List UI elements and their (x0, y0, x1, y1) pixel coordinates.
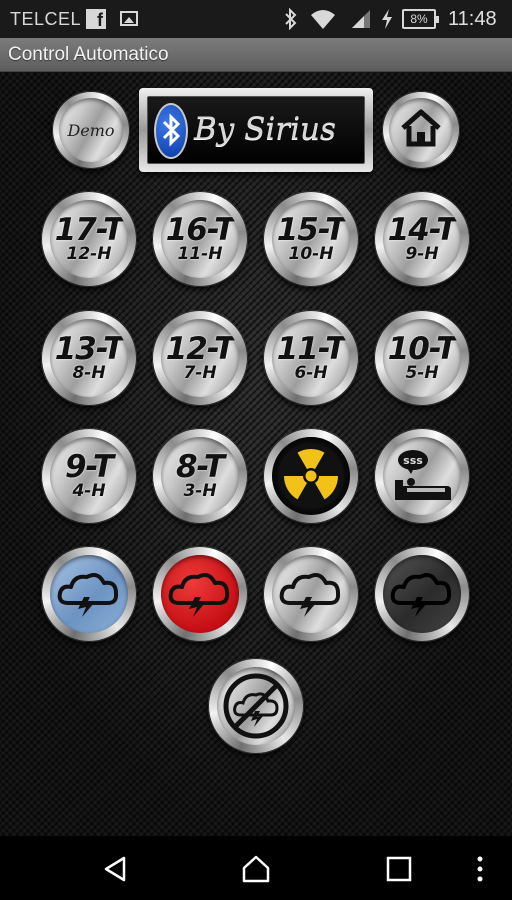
preset-main-label: 9-T (64, 449, 114, 485)
preset-sub-label: 10-H (288, 244, 334, 264)
bluetooth-icon (284, 7, 298, 34)
radiation-button[interactable] (263, 428, 359, 524)
preset-button-17t[interactable]: 17-T 12-H (41, 191, 137, 287)
storm-off-icon (221, 671, 291, 741)
preset-main-label: 14-T (387, 212, 458, 248)
preset-button-15t[interactable]: 15-T 10-H (263, 191, 359, 287)
back-icon[interactable] (100, 854, 130, 884)
app-screen: TELCEL f 8% 11:48 Control Automatico Dem… (0, 0, 512, 900)
demo-label: Demo (67, 120, 115, 140)
banner-label: By Sirius (194, 111, 336, 147)
storm-button-dark[interactable] (374, 546, 470, 642)
status-bar: TELCEL f 8% 11:48 (0, 0, 512, 38)
preset-sub-label: 9-H (405, 244, 439, 264)
preset-button-11t[interactable]: 11-T 6-H (263, 310, 359, 406)
carrier-name: TELCEL (10, 9, 82, 29)
facebook-icon: f (86, 9, 106, 30)
home-button[interactable] (382, 91, 460, 169)
preset-button-14t[interactable]: 14-T 9-H (374, 191, 470, 287)
preset-sub-label: 6-H (294, 363, 328, 383)
overflow-menu-icon[interactable] (470, 854, 500, 884)
preset-main-label: 16-T (165, 212, 236, 248)
radiation-icon (276, 441, 346, 511)
clock: 11:48 (448, 8, 497, 30)
recents-icon[interactable] (384, 854, 414, 884)
home-icon (399, 108, 443, 153)
demo-button[interactable]: Demo (52, 91, 130, 169)
preset-button-10t[interactable]: 10-T 5-H (374, 310, 470, 406)
storm-button-red[interactable] (152, 546, 248, 642)
cell-signal-icon (350, 8, 372, 34)
charging-icon (380, 8, 394, 34)
preset-main-label: 11-T (276, 331, 347, 367)
storm-cloud-icon (167, 569, 233, 619)
storm-cloud-icon (389, 569, 455, 619)
preset-sub-label: 8-H (72, 363, 106, 383)
preset-main-label: 10-T (387, 331, 458, 367)
home-nav-icon[interactable] (241, 854, 271, 884)
image-icon (120, 11, 138, 26)
storm-off-button[interactable] (208, 658, 304, 754)
preset-main-label: 15-T (276, 212, 347, 248)
preset-button-12t[interactable]: 12-T 7-H (152, 310, 248, 406)
preset-main-label: 17-T (54, 212, 125, 248)
preset-button-13t[interactable]: 13-T 8-H (41, 310, 137, 406)
system-nav-bar (0, 836, 512, 900)
storm-cloud-icon (278, 569, 344, 619)
wifi-icon (310, 8, 336, 34)
preset-button-8t[interactable]: 8-T 3-H (152, 428, 248, 524)
bluetooth-icon (154, 103, 188, 159)
preset-sub-label: 4-H (72, 481, 106, 501)
app-title: Control Automatico (8, 44, 169, 65)
preset-sub-label: 5-H (405, 363, 439, 383)
preset-main-label: 12-T (165, 331, 236, 367)
preset-button-9t[interactable]: 9-T 4-H (41, 428, 137, 524)
storm-button-blue[interactable] (41, 546, 137, 642)
bluetooth-connect-banner[interactable]: By Sirius (139, 88, 373, 172)
battery-indicator: 8% (402, 9, 439, 29)
preset-button-16t[interactable]: 16-T 11-H (152, 191, 248, 287)
sleep-button[interactable]: sss (374, 428, 470, 524)
sleep-text: sss (403, 454, 423, 467)
preset-sub-label: 12-H (66, 244, 112, 264)
preset-main-label: 8-T (175, 449, 225, 485)
sleep-bed-icon: sss (389, 448, 455, 504)
preset-sub-label: 3-H (183, 481, 217, 501)
preset-sub-label: 7-H (183, 363, 217, 383)
app-title-bar: Control Automatico (0, 38, 512, 72)
storm-button-silver[interactable] (263, 546, 359, 642)
preset-main-label: 13-T (54, 331, 125, 367)
preset-sub-label: 11-H (177, 244, 223, 264)
storm-cloud-icon (56, 569, 122, 619)
